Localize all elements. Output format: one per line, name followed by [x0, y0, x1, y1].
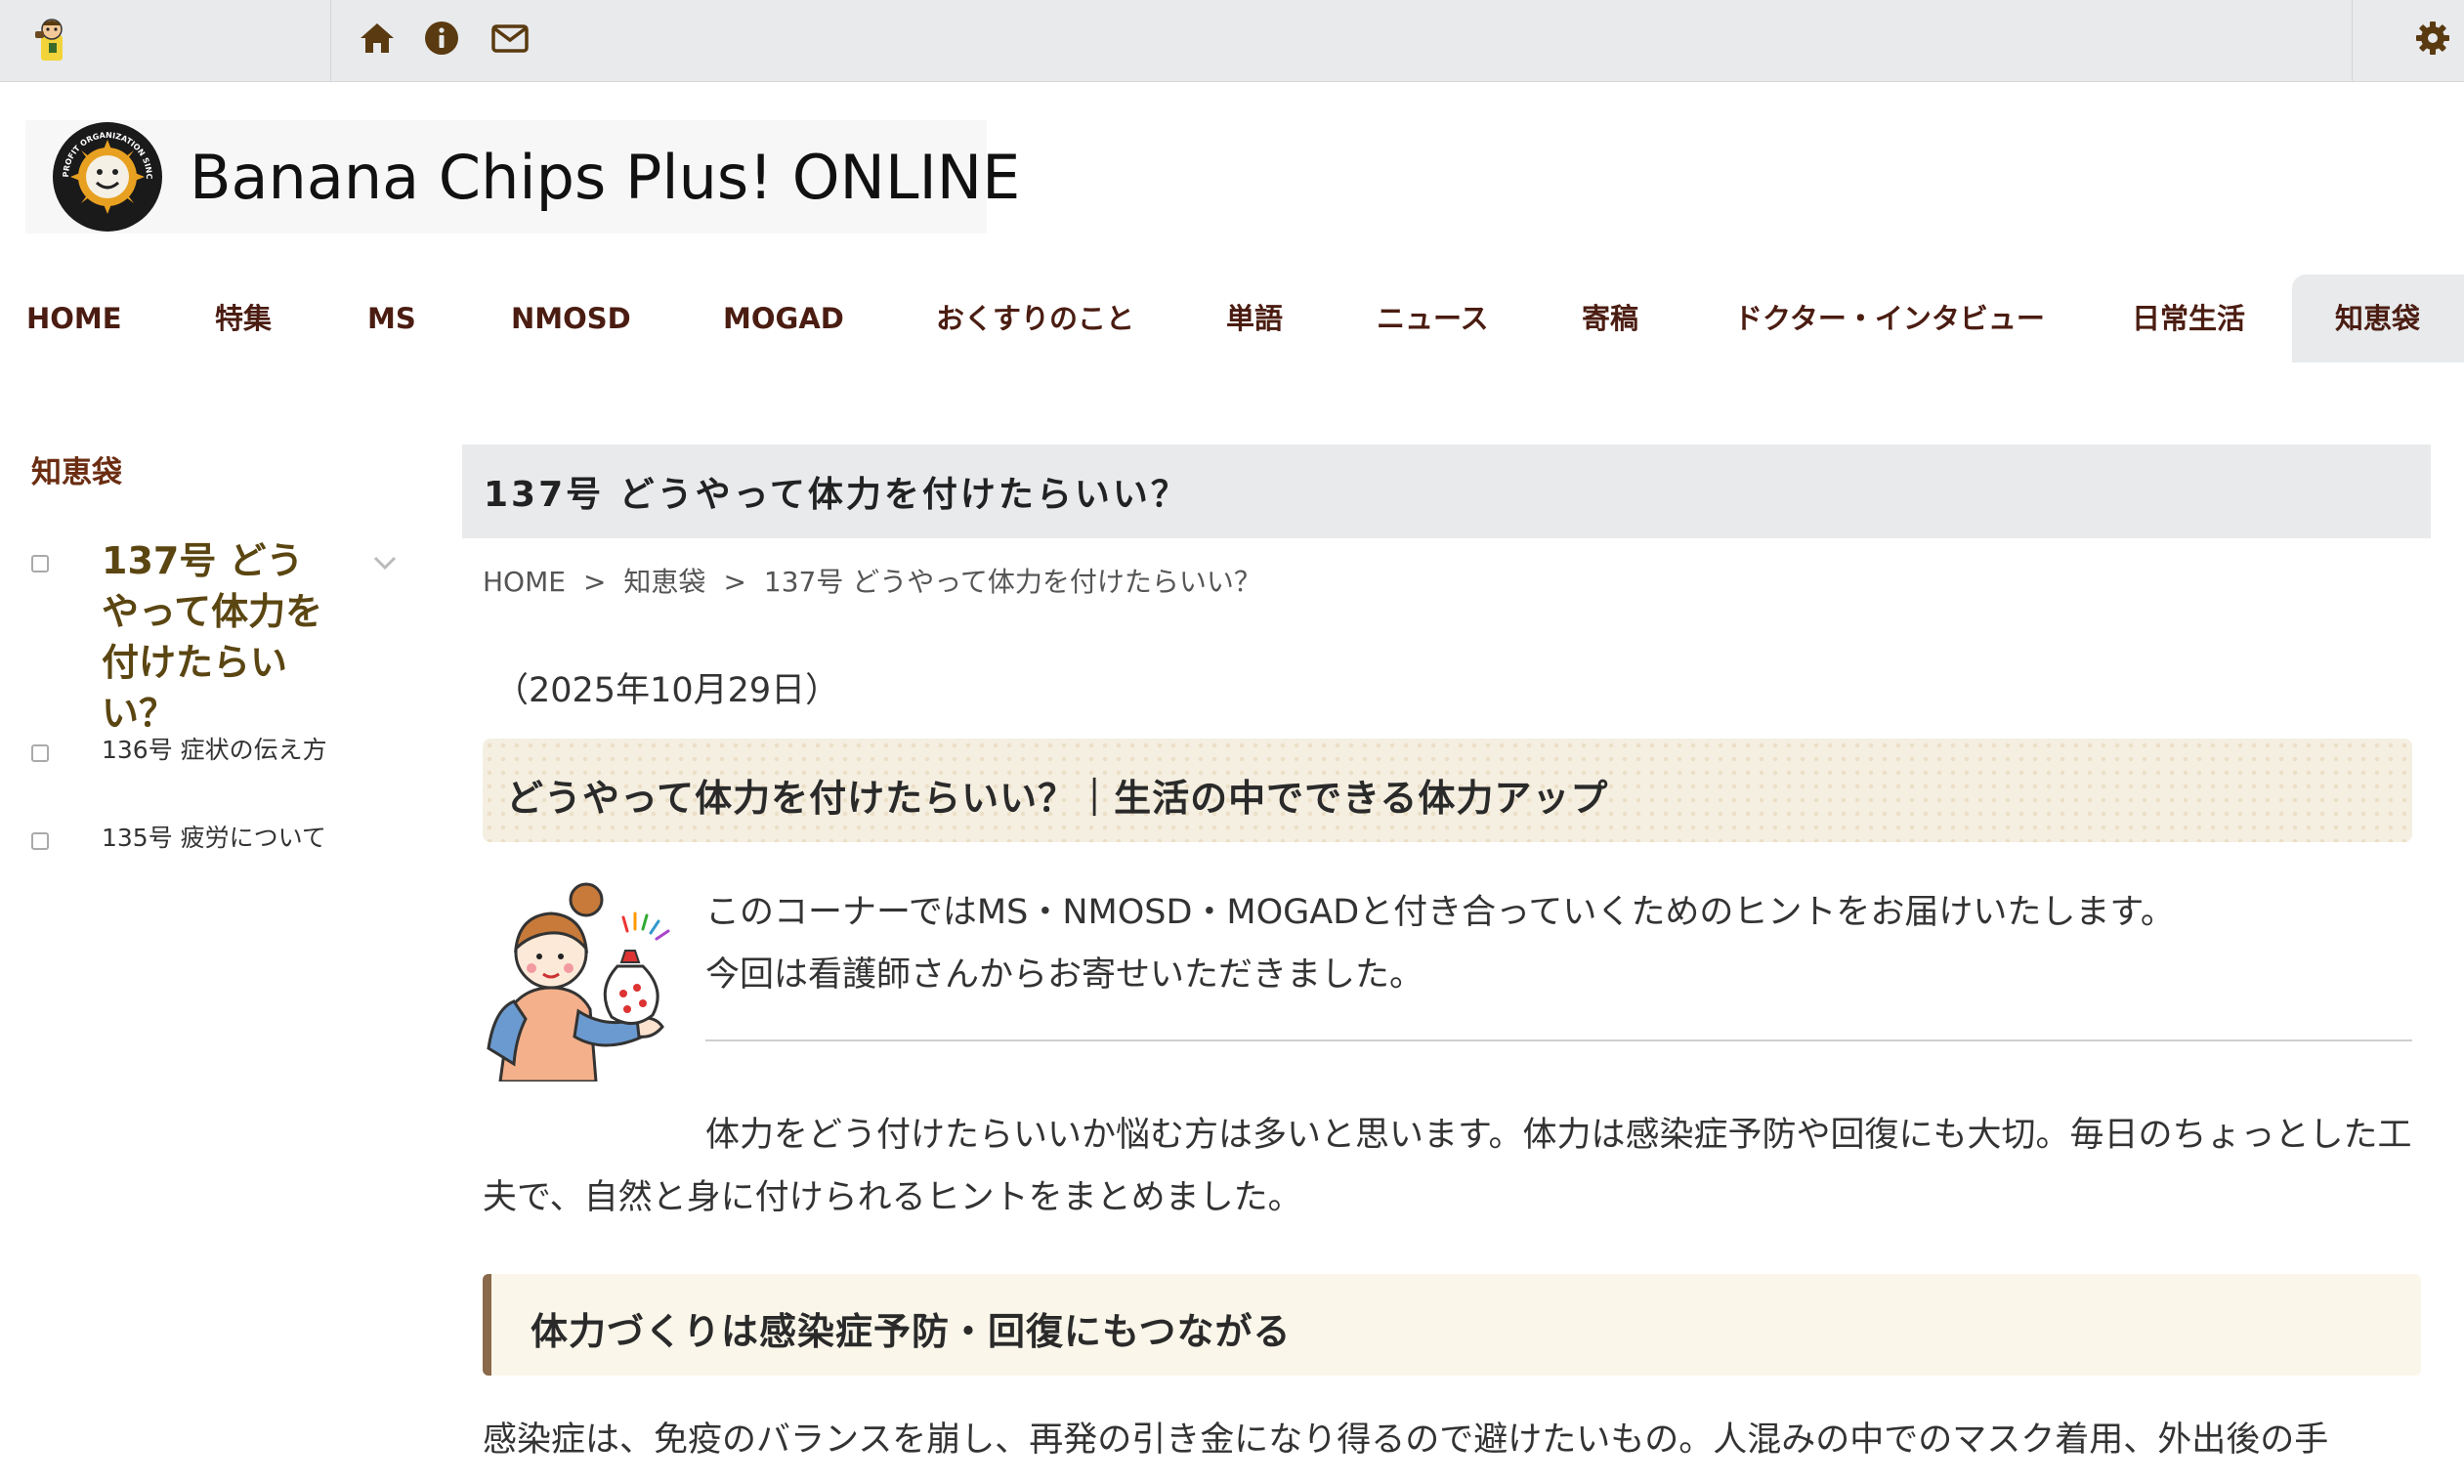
site-brand[interactable]: A NON-PROFIT ORGANIZATION SINCE 1998 Ban…	[25, 120, 1020, 233]
sidebar-item-label[interactable]: 137号 どうやって体力を付けたらいい？	[102, 535, 326, 739]
article-banner: どうやって体力を付けたらいい？｜生活の中でできる体力アップ	[483, 739, 2412, 842]
nav-item-features[interactable]: 特集	[215, 275, 272, 362]
nav-item-contributions[interactable]: 寄稿	[1582, 275, 1638, 362]
breadcrumb-separator: >	[723, 566, 746, 598]
nav-item-glossary[interactable]: 単語	[1226, 275, 1283, 362]
nav-item-medicine[interactable]: おくすりのこと	[936, 275, 1134, 362]
chevron-down-icon[interactable]	[371, 553, 399, 572]
banner-text: どうやって体力を付けたらいい？｜生活の中でできる体力アップ	[506, 777, 1609, 820]
breadcrumb-current: 137号 どうやって体力を付けたらいい？	[763, 566, 1261, 598]
nav-item-tips[interactable]: 知恵袋	[2292, 275, 2464, 362]
site-title[interactable]: Banana Chips Plus! ONLINE	[190, 142, 1020, 213]
mail-icon[interactable]	[489, 17, 531, 60]
nav-item-ms[interactable]: MS	[367, 275, 416, 362]
section-heading: 体力づくりは感染症予防・回復にもつながる	[483, 1274, 2421, 1376]
top-utility-bar	[0, 0, 2464, 82]
sidebar-bullet	[31, 832, 49, 850]
page-title-text: 137号 どうやって体力を付けたらいい？	[484, 475, 1189, 515]
nav-item-daily-life[interactable]: 日常生活	[2132, 275, 2245, 362]
mascot-icon[interactable]	[31, 16, 80, 64]
gear-icon[interactable]	[2411, 17, 2454, 60]
sidebar-bullet	[31, 744, 49, 762]
nav-item-mogad[interactable]: MOGAD	[723, 275, 844, 362]
article-paragraph-2: 感染症は、免疫のバランスを崩し、再発の引き金になり得るので避けたいもの。人混みの…	[483, 1420, 2329, 1460]
main-nav: HOME 特集 MS NMOSD MOGAD おくすりのこと 単語 ニュース 寄…	[0, 275, 2464, 362]
page-title: 137号 どうやって体力を付けたらいい？	[462, 445, 2431, 538]
info-icon[interactable]	[420, 17, 463, 60]
breadcrumb-separator: >	[582, 566, 607, 598]
article-paragraph: 体力をどう付けたらいいか悩む方は多いと思います。体力は感染症予防や回復にも大切。…	[483, 1116, 2412, 1217]
nurse-illustration-icon	[487, 882, 670, 1081]
article-date: （2025年10月29日）	[494, 671, 840, 710]
sidebar-bullet	[31, 555, 49, 572]
divider	[705, 1039, 2412, 1041]
intro-line-1: このコーナーではMS・NMOSD・MOGADと付き合っていくためのヒントをお届け…	[705, 893, 2175, 932]
breadcrumb: HOME > 知恵袋 >137号 どうやって体力を付けたらいい？	[483, 561, 1261, 600]
nav-item-home[interactable]: HOME	[26, 275, 122, 362]
breadcrumb-home[interactable]: HOME	[483, 566, 566, 598]
nav-item-doctor-interview[interactable]: ドクター・インタビュー	[1734, 275, 2045, 362]
nav-item-news[interactable]: ニュース	[1377, 275, 1489, 362]
site-logo: A NON-PROFIT ORGANIZATION SINCE 1998	[51, 120, 162, 232]
sidebar-item-label[interactable]: 135号 疲労について	[102, 819, 326, 854]
nav-item-nmosd[interactable]: NMOSD	[511, 275, 631, 362]
home-icon[interactable]	[356, 17, 399, 60]
sidebar-item-label[interactable]: 136号 症状の伝え方	[102, 731, 327, 766]
section-heading-text: 体力づくりは感染症予防・回復にもつながる	[531, 1310, 1292, 1353]
intro-line-2: 今回は看護師さんからお寄せいただきました。	[705, 955, 1424, 995]
breadcrumb-category[interactable]: 知恵袋	[623, 566, 705, 598]
sidebar-heading[interactable]: 知恵袋	[31, 447, 122, 491]
